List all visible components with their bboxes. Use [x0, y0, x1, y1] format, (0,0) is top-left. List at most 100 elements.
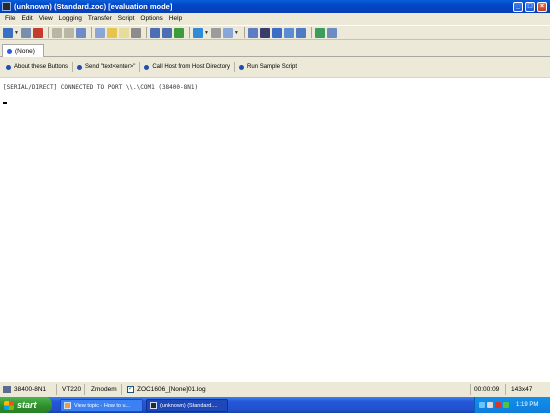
menu-bar: File Edit View Logging Transfer Script O…	[0, 13, 550, 24]
buttons-icon[interactable]	[247, 27, 258, 38]
receive-icon[interactable]	[161, 27, 172, 38]
transfer-icon[interactable]	[173, 27, 184, 38]
minimize-button[interactable]: _	[513, 1, 523, 12]
status-separator	[470, 384, 471, 395]
close-button[interactable]: ×	[537, 1, 547, 12]
update-icon[interactable]	[503, 402, 509, 408]
status-logfile[interactable]: ZOC1606_[None]01.log	[127, 384, 206, 394]
print-icon[interactable]	[75, 27, 86, 38]
button-label: Run Sample Script	[247, 64, 298, 70]
toolbar: ▼ ▼ ▼	[0, 25, 550, 40]
bar-chart-icon[interactable]	[271, 27, 282, 38]
session-tab[interactable]: (None)	[2, 44, 44, 57]
button-bullet-icon	[6, 64, 11, 70]
dropdown-arrow-icon[interactable]: ▼	[234, 30, 239, 36]
system-tray: 1:19 PM	[474, 397, 550, 413]
gear-icon[interactable]	[130, 27, 141, 38]
button-bullet-icon	[144, 64, 150, 70]
dropdown-arrow-icon[interactable]: ▼	[14, 30, 19, 36]
status-elapsed-time: 00:00:09	[474, 386, 500, 393]
menu-edit[interactable]: Edit	[18, 15, 35, 22]
toolbar-separator	[310, 27, 312, 38]
open-folder-icon[interactable]	[106, 27, 117, 38]
about-buttons-button[interactable]: About these Buttons	[2, 64, 72, 70]
close-session-icon[interactable]	[63, 27, 74, 38]
taskbar: start View topic - How to u... (unknown)…	[0, 397, 550, 413]
session-tab-bar: (None)	[0, 41, 550, 57]
binoculars-icon[interactable]	[259, 27, 270, 38]
toolbar-separator	[90, 27, 92, 38]
maximize-button[interactable]: □	[525, 1, 535, 12]
user-button-bar: About these Buttons Send "text<enter>" C…	[0, 59, 550, 75]
host-directory-icon[interactable]	[20, 27, 31, 38]
menu-logging[interactable]: Logging	[56, 15, 85, 22]
terminal-output-line: [SERIAL/DIRECT] CONNECTED TO PORT \\.\CO…	[3, 84, 199, 91]
taskbar-item-browser[interactable]: View topic - How to u...	[60, 399, 143, 412]
button-bullet-icon	[77, 64, 83, 70]
taskbar-item-label: View topic - How to u...	[74, 402, 131, 409]
status-connection[interactable]: 38400-8N1	[3, 386, 46, 393]
status-logfile-label: ZOC1606_[None]01.log	[137, 386, 206, 394]
terminal-area[interactable]: [SERIAL/DIRECT] CONNECTED TO PORT \\.\CO…	[0, 77, 550, 382]
toolbar-separator	[188, 27, 190, 38]
call-host-button[interactable]: Call Host from Host Directory	[140, 64, 234, 70]
volume-icon[interactable]	[487, 402, 493, 408]
network-icon[interactable]	[479, 402, 485, 408]
clock[interactable]: 1:19 PM	[516, 402, 538, 408]
status-transfer[interactable]: Zmodem	[91, 386, 117, 393]
security-icon[interactable]	[495, 402, 501, 408]
status-bar: 38400-8N1 VT220 Zmodem ZOC1606_[None]01.…	[0, 382, 550, 397]
run-sample-script-button[interactable]: Run Sample Script	[235, 64, 301, 70]
taskbar-item-zoc[interactable]: (unknown) (Standard....	[146, 399, 228, 412]
title-bar: (unknown) (Standard.zoc) [evaluation mod…	[0, 0, 550, 13]
button-label: Send "text<enter>"	[85, 64, 136, 70]
browser-icon	[64, 402, 71, 409]
status-separator	[56, 384, 57, 395]
status-separator	[121, 384, 122, 395]
menu-script[interactable]: Script	[115, 15, 138, 22]
split-view-icon[interactable]	[314, 27, 325, 38]
toolbar-separator	[145, 27, 147, 38]
toolbar-separator	[47, 27, 49, 38]
play-script-icon[interactable]	[192, 27, 203, 38]
terminal-icon	[150, 402, 157, 409]
menu-file[interactable]: File	[2, 15, 18, 22]
notes-icon[interactable]	[118, 27, 129, 38]
status-separator	[84, 384, 85, 395]
windows-logo-icon	[4, 400, 14, 410]
start-label: start	[17, 400, 37, 410]
terminal-cursor	[3, 102, 7, 104]
taskbar-item-label: (unknown) (Standard....	[160, 402, 218, 409]
button-bullet-icon	[239, 64, 245, 70]
window-title: (unknown) (Standard.zoc) [evaluation mod…	[14, 2, 173, 11]
status-emulation[interactable]: VT220	[62, 386, 81, 393]
edit-script-icon[interactable]	[222, 27, 233, 38]
status-connection-label: 38400-8N1	[14, 386, 47, 394]
send-text-button[interactable]: Send "text<enter>"	[73, 64, 139, 70]
menu-options[interactable]: Options	[137, 15, 165, 22]
button-label: Call Host from Host Directory	[152, 64, 231, 70]
start-button[interactable]: start	[0, 397, 52, 413]
statistics-icon[interactable]	[283, 27, 294, 38]
status-separator	[505, 384, 506, 395]
toolbar-separator	[243, 27, 245, 38]
session-icon	[7, 48, 12, 54]
connection-icon	[3, 386, 11, 393]
dropdown-arrow-icon[interactable]: ▼	[204, 30, 209, 36]
menu-transfer[interactable]: Transfer	[85, 15, 115, 22]
quick-connect-icon[interactable]	[3, 27, 13, 38]
menu-help[interactable]: Help	[166, 15, 185, 22]
status-screen-size: 143x47	[511, 386, 533, 393]
stop-script-icon[interactable]	[210, 27, 221, 38]
monitor-icon[interactable]	[295, 27, 306, 38]
copy-icon[interactable]	[94, 27, 105, 38]
app-icon[interactable]	[2, 2, 11, 11]
session-tab-label: (None)	[15, 47, 35, 55]
layout-icon[interactable]	[326, 27, 337, 38]
logging-checkbox[interactable]	[127, 384, 134, 393]
send-icon[interactable]	[149, 27, 160, 38]
menu-view[interactable]: View	[36, 15, 56, 22]
disconnect-icon[interactable]	[32, 27, 43, 38]
cut-icon[interactable]	[51, 27, 62, 38]
button-label: About these Buttons	[14, 64, 69, 70]
